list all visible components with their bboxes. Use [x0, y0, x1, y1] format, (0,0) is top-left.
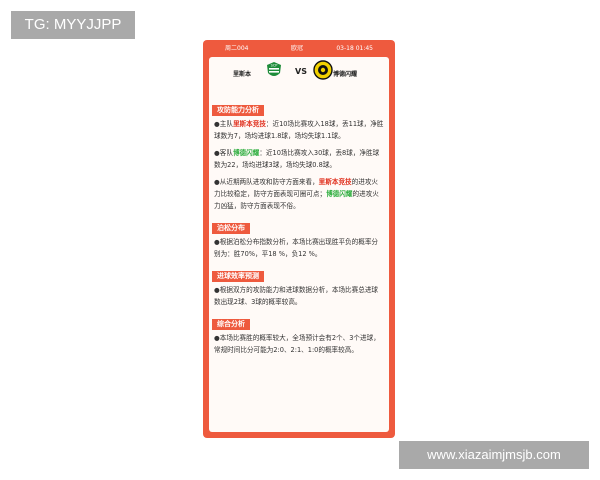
match-datetime: 03-18 01:45 — [336, 45, 373, 52]
section-title-attack-defense: 攻防能力分析 — [212, 105, 264, 116]
watermark-top-left: TG: MYYJJPP — [11, 11, 135, 39]
section-title-goal-efficiency: 进球效率预测 — [212, 271, 264, 282]
poisson-paragraph: ●根据泊松分布指数分析，本场比赛出现胜平负的概率分别为：胜70%，平18 %，负… — [214, 238, 379, 258]
away-attack-paragraph: ●客队博德闪耀：近10场比赛攻入30球，丢8球，净胜球数为22，场均进球3球，场… — [214, 149, 380, 169]
match-header-bar: 周二004 欧冠 03-18 01:45 — [203, 40, 395, 57]
away-team-name: 博德闪耀 — [333, 71, 358, 78]
section-title-poisson: 泊松分布 — [212, 223, 250, 234]
comparison-paragraph: ●从近期两队进攻和防守方面来看，里斯本竞技的进攻火力比较稳定，防守方面表现可圈可… — [214, 178, 379, 210]
match-analysis-card: 周二004 欧冠 03-18 01:45 里斯本 SCP VS 博德闪耀 攻防能… — [203, 40, 395, 438]
svg-text:SCP: SCP — [271, 64, 278, 68]
league-name: 欧冠 — [291, 45, 304, 52]
goal-efficiency-paragraph: ●根据双方的攻防能力和进球数据分析，本场比赛总进球数出现2球、3球的概率较高。 — [214, 286, 379, 306]
match-teams-row: 里斯本 SCP VS 博德闪耀 — [209, 57, 389, 97]
summary-paragraph: ●本场比赛胜的概率较大，全场预计会有2个、3个进球，常规时间比分可能为2:0、2… — [214, 334, 380, 354]
sporting-crest-icon: SCP — [267, 62, 281, 76]
versus-label: VS — [295, 67, 307, 76]
match-number: 周二004 — [225, 45, 249, 52]
home-attack-paragraph: ●主队里斯本竞技：近10场比赛攻入18球，丢11球，净胜球数为7，场均进球1.8… — [214, 120, 384, 140]
section-title-summary: 综合分析 — [212, 319, 250, 330]
home-team-name: 里斯本 — [233, 71, 252, 78]
bodo-glimt-crest-icon — [313, 60, 333, 80]
watermark-bottom-right: www.xiazaimjmsjb.com — [399, 441, 589, 469]
analysis-content: 里斯本 SCP VS 博德闪耀 攻防能力分析 ●主队里斯本竞技：近10场比赛攻入… — [209, 57, 389, 432]
